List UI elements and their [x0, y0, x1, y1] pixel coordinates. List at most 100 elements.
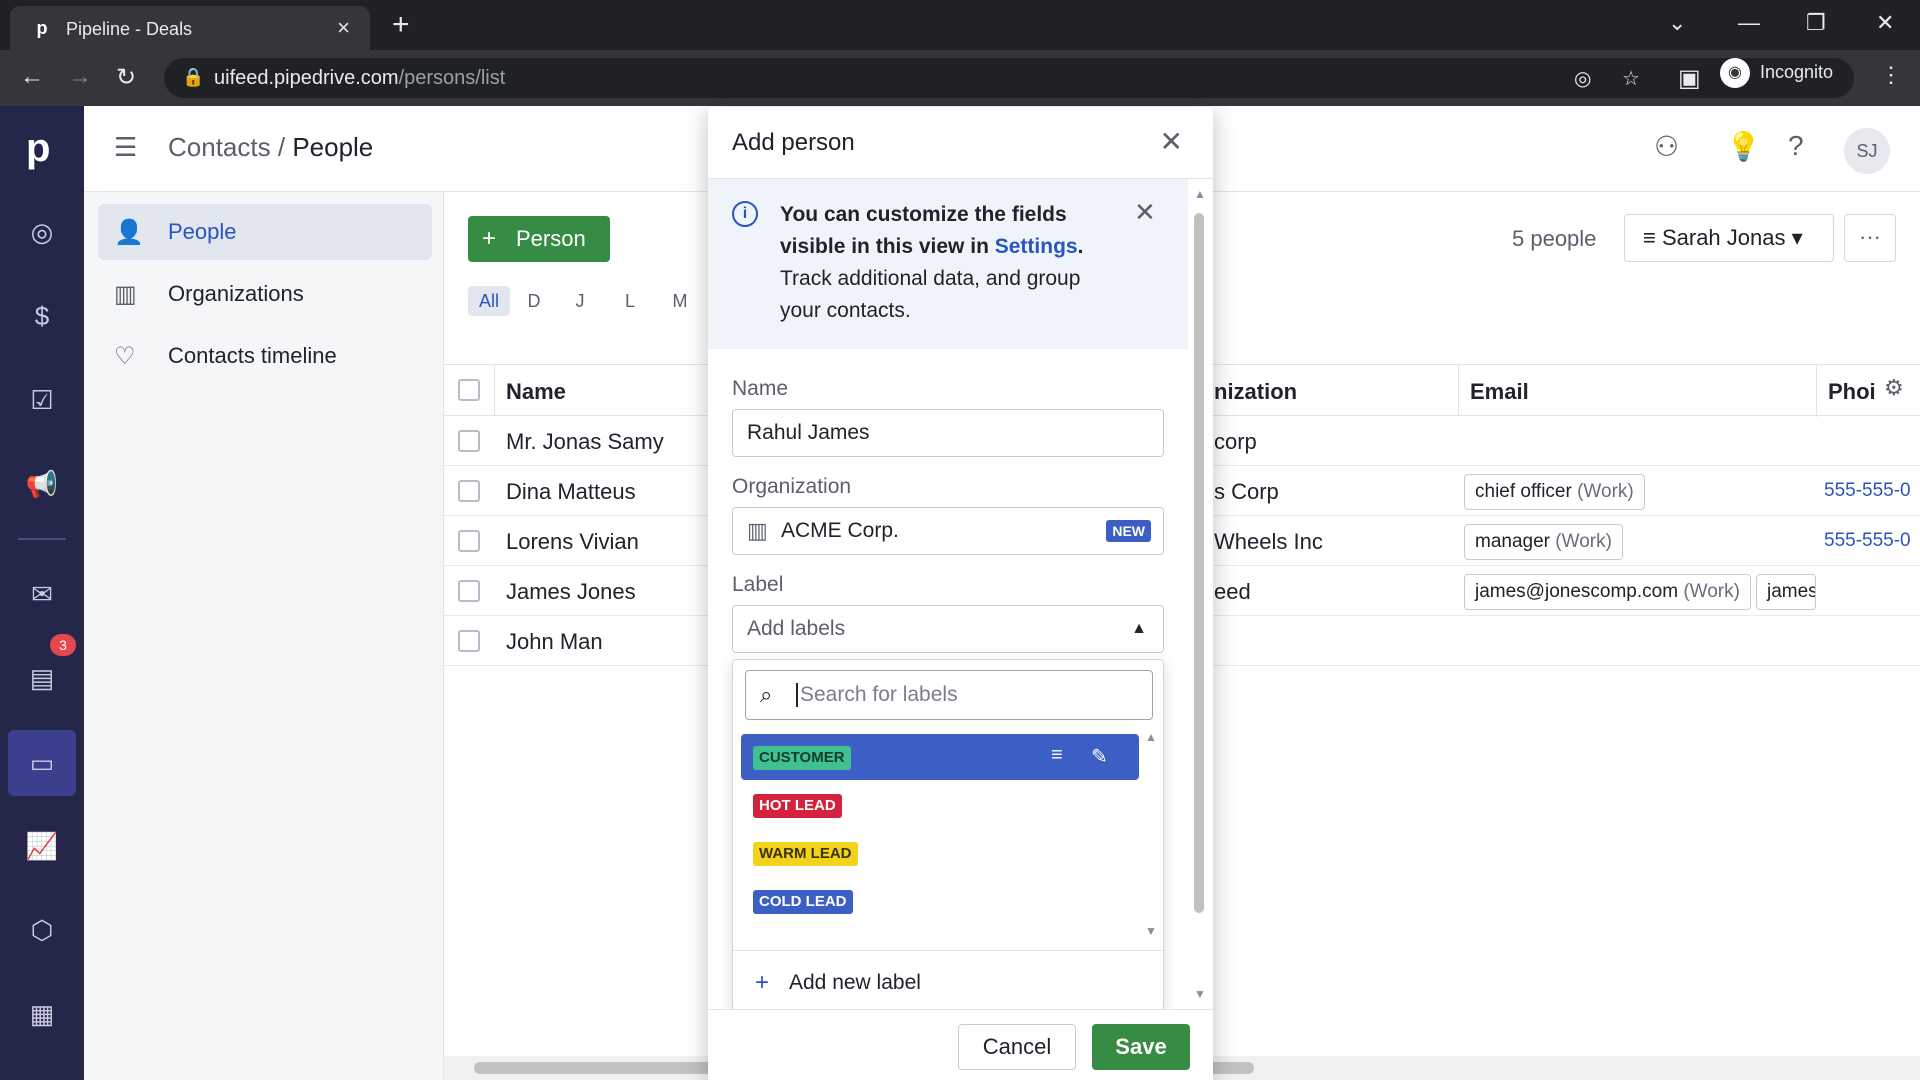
label-search-input[interactable]: ⌕ Search for labels [745, 670, 1153, 720]
column-divider [1816, 365, 1817, 417]
add-new-label-text: Add new label [789, 971, 921, 994]
alpha-filter-d[interactable]: D [522, 286, 546, 316]
scroll-down-icon[interactable]: ▼ [1145, 924, 1157, 938]
label-option-cold-lead[interactable]: COLD LEAD [741, 878, 1139, 924]
column-header-name[interactable]: Name [506, 379, 566, 405]
person-name[interactable]: James Jones [506, 579, 636, 605]
scrollbar-thumb[interactable] [1194, 213, 1204, 913]
email-chip-secondary[interactable]: james [1756, 574, 1816, 610]
row-checkbox[interactable] [458, 530, 480, 552]
browser-tab[interactable]: p Pipeline - Deals × [10, 6, 370, 50]
name-field[interactable]: Rahul James [732, 409, 1164, 457]
person-organization[interactable]: eed [1214, 579, 1251, 605]
person-organization[interactable]: s Corp [1214, 479, 1279, 505]
dismiss-banner-icon[interactable]: ✕ [1134, 197, 1156, 228]
email-chip[interactable]: manager (Work) [1464, 524, 1623, 560]
select-all-checkbox[interactable] [458, 379, 480, 401]
mail-icon[interactable]: ✉ [22, 574, 62, 614]
row-checkbox[interactable] [458, 630, 480, 652]
forward-icon[interactable]: → [68, 63, 92, 91]
target-icon[interactable]: ◎ [22, 212, 62, 252]
scroll-down-icon[interactable]: ▼ [1194, 987, 1206, 1001]
browser-menu-icon[interactable]: ⋮ [1880, 62, 1902, 88]
insights-chart-icon[interactable]: 📈 [22, 826, 62, 866]
save-button[interactable]: Save [1092, 1024, 1190, 1070]
dropdown-scrollbar[interactable]: ▲ ▼ [1143, 730, 1159, 940]
organization-field[interactable]: ▥ ACME Corp. NEW [732, 507, 1164, 555]
sidebar-item-organizations[interactable]: ▥ Organizations [98, 266, 432, 322]
phone-link[interactable]: 555-555-0 [1824, 530, 1911, 552]
person-name[interactable]: Lorens Vivian [506, 529, 639, 555]
label-option-customer[interactable]: CUSTOMER ≡ ✎ [741, 734, 1139, 780]
minimize-icon[interactable]: — [1738, 10, 1760, 36]
restore-icon[interactable]: ❐ [1806, 10, 1826, 36]
email-chip[interactable]: james@jonescomp.com (Work) [1464, 574, 1751, 610]
label-badge: HOT LEAD [753, 794, 842, 818]
eye-off-icon[interactable]: ◎ [1574, 66, 1591, 91]
scroll-up-icon[interactable]: ▲ [1194, 187, 1206, 201]
edit-pencil-icon[interactable]: ✎ [1091, 744, 1108, 769]
pipedrive-logo[interactable]: p [26, 126, 50, 171]
marketplace-icon[interactable]: ▦ [22, 994, 62, 1034]
sidebar-item-label: Contacts timeline [168, 343, 337, 368]
column-header-phone[interactable]: Phoi [1828, 379, 1876, 405]
owner-filter-button[interactable]: ≡ Sarah Jonas ▾ [1624, 214, 1834, 262]
window-close-icon[interactable]: ✕ [1876, 10, 1894, 36]
menu-collapse-icon[interactable]: ☰ [114, 132, 137, 163]
row-checkbox[interactable] [458, 580, 480, 602]
sidebar-item-contacts-timeline[interactable]: ♡ Contacts timeline [98, 328, 432, 384]
star-icon[interactable]: ☆ [1622, 66, 1640, 91]
back-icon[interactable]: ← [20, 63, 44, 91]
alpha-filter-m[interactable]: M [668, 286, 692, 316]
alpha-filter-all[interactable]: All [468, 286, 510, 316]
email-chip[interactable]: chief officer (Work) [1464, 474, 1645, 510]
avatar[interactable]: SJ [1844, 128, 1890, 174]
campaigns-megaphone-icon[interactable]: 📢 [22, 464, 62, 504]
person-name[interactable]: Dina Matteus [506, 479, 636, 505]
lightbulb-icon[interactable]: 💡 [1726, 130, 1761, 163]
tab-search-icon[interactable]: ⌄ [1668, 10, 1686, 36]
tab-close-icon[interactable]: × [337, 15, 350, 41]
label-option-warm-lead[interactable]: WARM LEAD [741, 830, 1139, 876]
incognito-indicator[interactable]: ◉ Incognito [1720, 58, 1833, 88]
more-actions-button[interactable]: ··· [1844, 214, 1896, 262]
reload-icon[interactable]: ↻ [116, 63, 136, 92]
alpha-filter-l[interactable]: L [618, 286, 642, 316]
column-header-email[interactable]: Email [1470, 379, 1529, 405]
scroll-up-icon[interactable]: ▲ [1145, 730, 1157, 744]
label-option-hot-lead[interactable]: HOT LEAD [741, 782, 1139, 828]
url-field[interactable]: 🔒 uifeed.pipedrive.com/persons/list ◎ ☆ [164, 58, 1854, 98]
new-tab-icon[interactable]: + [392, 10, 410, 40]
row-checkbox[interactable] [458, 480, 480, 502]
close-icon[interactable]: ✕ [1160, 125, 1183, 158]
deals-dollar-icon[interactable]: $ [22, 296, 62, 336]
rail-divider [18, 538, 66, 540]
sidepanel-icon[interactable]: ▣ [1678, 64, 1701, 93]
invite-user-icon[interactable]: ⚇ [1654, 130, 1679, 163]
reorder-drag-icon[interactable]: ≡ [1051, 744, 1063, 767]
phone-link[interactable]: 555-555-0 [1824, 480, 1911, 502]
add-new-label-button[interactable]: + Add new label [733, 950, 1165, 1014]
organization-field-value: ACME Corp. [781, 519, 899, 542]
contacts-card-icon[interactable]: ▭ [8, 730, 76, 796]
add-person-button[interactable]: + Person [468, 216, 610, 262]
alpha-filter-j[interactable]: J [568, 286, 592, 316]
person-organization[interactable]: corp [1214, 429, 1257, 455]
sidebar-item-people[interactable]: 👤 People [98, 204, 432, 260]
help-icon[interactable]: ? [1788, 130, 1804, 162]
column-header-organization[interactable]: nization [1214, 379, 1297, 405]
person-name[interactable]: Mr. Jonas Samy [506, 429, 664, 455]
label-select[interactable]: Add labels ▲ [732, 605, 1164, 653]
breadcrumb-contacts[interactable]: Contacts [168, 132, 271, 162]
products-box-icon[interactable]: ⬡ [22, 910, 62, 950]
cancel-button[interactable]: Cancel [958, 1024, 1076, 1070]
modal-scrollbar[interactable]: ▲ ▼ [1190, 187, 1208, 1002]
calendar-icon[interactable]: ▤ [22, 658, 62, 698]
activities-checklist-icon[interactable]: ☑ [22, 380, 62, 420]
person-organization[interactable]: Wheels Inc [1214, 529, 1323, 555]
settings-gear-icon[interactable]: ⚙ [1884, 375, 1904, 401]
row-checkbox[interactable] [458, 430, 480, 452]
person-name[interactable]: John Man [506, 629, 603, 655]
owner-filter-label: Sarah Jonas [1661, 225, 1786, 250]
settings-link[interactable]: Settings [995, 235, 1078, 258]
